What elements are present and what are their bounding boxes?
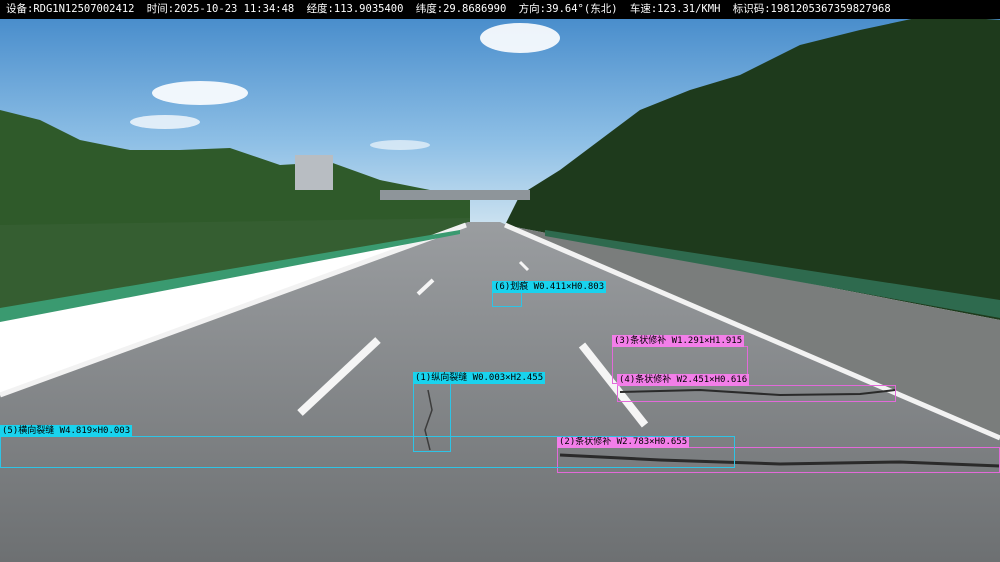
detection-label-4: (4)条状修补 W2.451×H0.616 [617, 374, 750, 386]
telemetry-bar: 设备:RDG1N12507002412 时间:2025-10-23 11:34:… [0, 0, 1000, 19]
id-code: 标识码:1981205367359827968 [732, 3, 891, 15]
cloud [130, 115, 200, 129]
latitude: 纬度:29.8686990 [415, 3, 507, 15]
detection-box-5[interactable] [0, 436, 735, 468]
timestamp: 时间:2025-10-23 11:34:48 [146, 3, 295, 15]
device-id: 设备:RDG1N12507002412 [6, 3, 135, 15]
overpass [380, 190, 530, 200]
detection-label-5: (5)横向裂缝 W4.819×H0.003 [0, 425, 133, 437]
cloud [370, 140, 430, 150]
detection-label-3: (3)条状修补 W1.291×H1.915 [612, 335, 745, 347]
cloud [480, 23, 560, 53]
heading: 方向:39.64°(东北) [518, 3, 618, 15]
detection-box-6[interactable] [492, 292, 522, 307]
sign-gantry [295, 155, 333, 190]
cloud [152, 81, 248, 105]
detection-label-1: (1)纵向裂缝 W0.003×H2.455 [413, 372, 546, 384]
longitude: 经度:113.9035400 [306, 3, 404, 15]
speed: 车速:123.31/KMH [629, 3, 721, 15]
detection-box-4[interactable] [617, 385, 896, 402]
detection-label-6: (6)划痕 W0.411×H0.803 [492, 281, 607, 293]
road-camera-frame: 设备:RDG1N12507002412 时间:2025-10-23 11:34:… [0, 0, 1000, 562]
